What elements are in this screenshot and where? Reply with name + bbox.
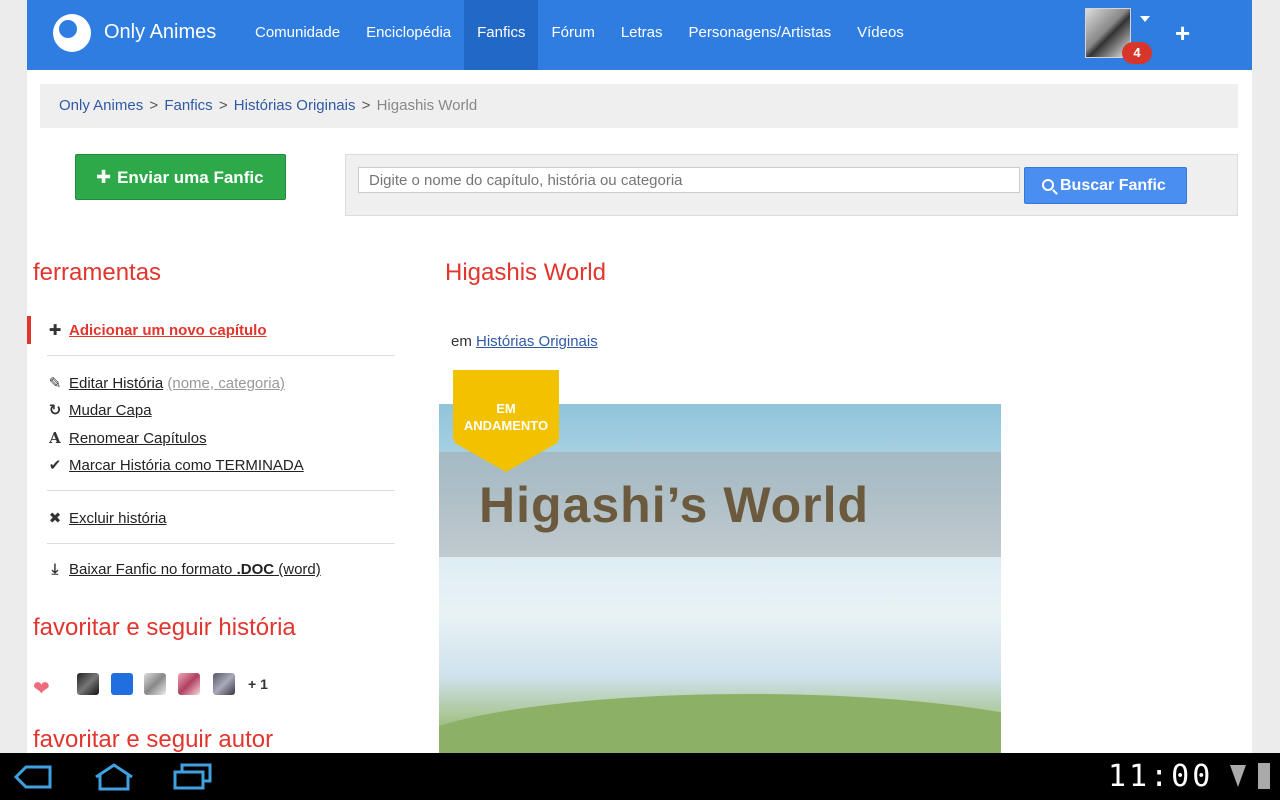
mark-finished-label: Marcar História como TERMINADA <box>69 457 304 474</box>
chevron-down-icon[interactable] <box>1140 16 1150 22</box>
breadcrumb-separator: > <box>149 97 159 114</box>
site-logo-icon[interactable] <box>53 14 91 52</box>
mark-finished-link[interactable]: ✔ Marcar História como TERMINADA <box>47 456 304 474</box>
notification-badge[interactable]: 4 <box>1122 42 1152 64</box>
divider <box>47 543 395 544</box>
follower-avatar[interactable] <box>178 673 200 695</box>
font-icon: A <box>49 429 61 447</box>
page: Only Animes Comunidade Enciclopédia Fanf… <box>27 0 1252 753</box>
home-icon[interactable] <box>92 763 136 791</box>
edit-story-link[interactable]: ✎ Editar História (nome, categoria) <box>47 374 285 392</box>
ribbon-line2: ANDAMENTO <box>463 418 549 433</box>
top-navbar: Only Animes Comunidade Enciclopédia Fanf… <box>27 0 1252 70</box>
edit-story-label: Editar História <box>69 375 164 392</box>
download-icon: ⤓ <box>51 561 59 578</box>
ribbon-line1: EM <box>496 401 516 416</box>
breadcrumb-only-animes[interactable]: Only Animes <box>59 97 143 114</box>
back-icon[interactable] <box>14 763 54 791</box>
change-cover-label: Mudar Capa <box>69 402 152 419</box>
nav-comunidade[interactable]: Comunidade <box>242 0 353 70</box>
recent-apps-icon[interactable] <box>172 763 214 791</box>
search-button-label: Buscar Fanfic <box>1060 177 1166 194</box>
battery-icon <box>1258 763 1270 789</box>
story-category-link[interactable]: Histórias Originais <box>476 333 598 350</box>
android-system-bar: 11:00 <box>0 753 1280 800</box>
main-nav: Comunidade Enciclopédia Fanfics Fórum Le… <box>242 0 917 70</box>
follower-avatar[interactable] <box>111 673 133 695</box>
breadcrumb-separator: > <box>218 97 228 114</box>
site-brand[interactable]: Only Animes <box>104 21 216 44</box>
breadcrumb-historias-originais[interactable]: Histórias Originais <box>234 97 356 114</box>
send-fanfic-button[interactable]: ✚ Enviar uma Fanfic <box>75 154 286 200</box>
tools-title: ferramentas <box>33 259 162 286</box>
search-input[interactable] <box>358 167 1020 193</box>
breadcrumb-fanfics[interactable]: Fanfics <box>164 97 212 114</box>
refresh-icon: ↻ <box>48 402 62 419</box>
ribbon-point <box>453 442 559 472</box>
download-prefix: Baixar Fanfic no formato <box>69 561 237 578</box>
nav-fanfics[interactable]: Fanfics <box>464 0 539 70</box>
follower-avatar[interactable] <box>77 673 99 695</box>
change-cover-link[interactable]: ↻ Mudar Capa <box>47 401 152 419</box>
download-format: .DOC <box>236 561 275 578</box>
favorite-author-title: favoritar e seguir autor <box>33 726 274 753</box>
heart-icon[interactable]: ❤ <box>33 676 50 701</box>
add-chapter-label: Adicionar um novo capítulo <box>69 322 267 339</box>
rename-chapters-link[interactable]: A Renomear Capítulos <box>47 429 207 447</box>
breadcrumb-current: Higashis World <box>376 97 478 114</box>
delete-story-label: Excluir história <box>69 510 167 527</box>
nav-personagens-artistas[interactable]: Personagens/Artistas <box>676 0 845 70</box>
cover-hill <box>439 694 1001 753</box>
cover-title-text: Higashi’s World <box>479 477 870 533</box>
close-icon: ✖ <box>48 510 62 527</box>
story-category-prefix: em <box>451 333 472 350</box>
story-title: Higashis World <box>445 259 606 286</box>
nav-letras[interactable]: Letras <box>608 0 676 70</box>
follower-avatar[interactable] <box>213 673 235 695</box>
breadcrumb: Only Animes > Fanfics > Histórias Origin… <box>40 84 1238 128</box>
nav-videos[interactable]: Vídeos <box>844 0 917 70</box>
followers-more-count[interactable]: + 1 <box>248 676 268 692</box>
nav-enciclopedia[interactable]: Enciclopédia <box>353 0 464 70</box>
download-doc-label: Baixar Fanfic no formato .DOC (word) <box>69 561 321 578</box>
system-clock: 11:00 <box>1108 759 1214 794</box>
checkmark-icon: ✔ <box>48 457 62 474</box>
search-button[interactable]: Buscar Fanfic <box>1024 167 1187 204</box>
divider <box>47 490 395 491</box>
follower-avatar[interactable] <box>144 673 166 695</box>
signal-icon <box>1230 765 1246 787</box>
story-category: em Histórias Originais <box>451 333 598 350</box>
download-suffix: (word) <box>274 561 321 578</box>
search-icon <box>1042 179 1054 191</box>
active-tool-indicator <box>27 316 31 344</box>
download-doc-link[interactable]: ⤓ Baixar Fanfic no formato .DOC (word) <box>47 561 321 578</box>
delete-story-link[interactable]: ✖ Excluir história <box>47 509 167 527</box>
plus-icon: ✚ <box>96 167 112 187</box>
plus-icon: ✚ <box>48 322 62 339</box>
pencil-icon: ✎ <box>48 375 62 392</box>
edit-story-hint: (nome, categoria) <box>167 375 285 392</box>
rename-chapters-label: Renomear Capítulos <box>69 430 207 447</box>
nav-forum[interactable]: Fórum <box>538 0 607 70</box>
status-ribbon: EM ANDAMENTO <box>453 370 559 474</box>
plus-icon[interactable]: + <box>1175 18 1190 49</box>
search-panel: Buscar Fanfic <box>345 154 1238 216</box>
ribbon-text: EM ANDAMENTO <box>453 400 559 434</box>
divider <box>47 355 395 356</box>
send-fanfic-label: Enviar uma Fanfic <box>117 168 264 187</box>
add-chapter-link[interactable]: ✚ Adicionar um novo capítulo <box>47 321 267 339</box>
favorite-story-title: favoritar e seguir história <box>33 614 296 641</box>
breadcrumb-separator: > <box>361 97 371 114</box>
